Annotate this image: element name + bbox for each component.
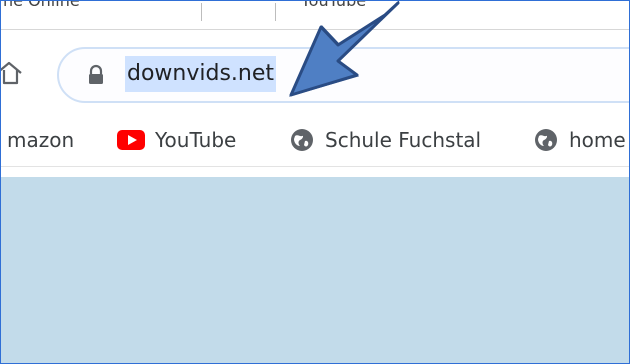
url-text[interactable]: downvids.net <box>125 56 277 92</box>
lock-icon[interactable] <box>85 64 107 86</box>
globe-icon <box>533 127 559 153</box>
browser-toolbar: downvids.net <box>1 30 629 118</box>
globe-icon <box>289 127 315 153</box>
tab-title-fragment[interactable]: ne Online <box>3 1 80 10</box>
browser-window: ne Online YouTube downvids.net mazon You… <box>0 0 630 364</box>
bookmark-schule-fuchstal[interactable]: Schule Fuchstal <box>289 118 481 162</box>
bookmark-label: mazon <box>7 128 75 152</box>
youtube-icon <box>117 130 145 150</box>
tab-separator <box>201 3 202 21</box>
tab-strip: ne Online YouTube <box>1 1 629 30</box>
bookmark-home[interactable]: home <box>533 118 626 162</box>
bookmark-amazon[interactable]: mazon <box>7 118 74 162</box>
bookmark-youtube[interactable]: YouTube <box>117 118 236 162</box>
bookmark-label: Schule Fuchstal <box>325 128 482 152</box>
bookmark-label: home <box>569 128 626 152</box>
home-icon[interactable] <box>1 58 29 90</box>
tab-separator <box>275 3 276 21</box>
tab-title-fragment[interactable]: YouTube <box>301 1 366 10</box>
page-content <box>1 177 629 363</box>
bookmark-label: YouTube <box>155 128 237 152</box>
address-bar[interactable]: downvids.net <box>57 47 629 103</box>
bookmarks-bar: mazon YouTube Schule Fuchstal home <box>1 118 629 167</box>
